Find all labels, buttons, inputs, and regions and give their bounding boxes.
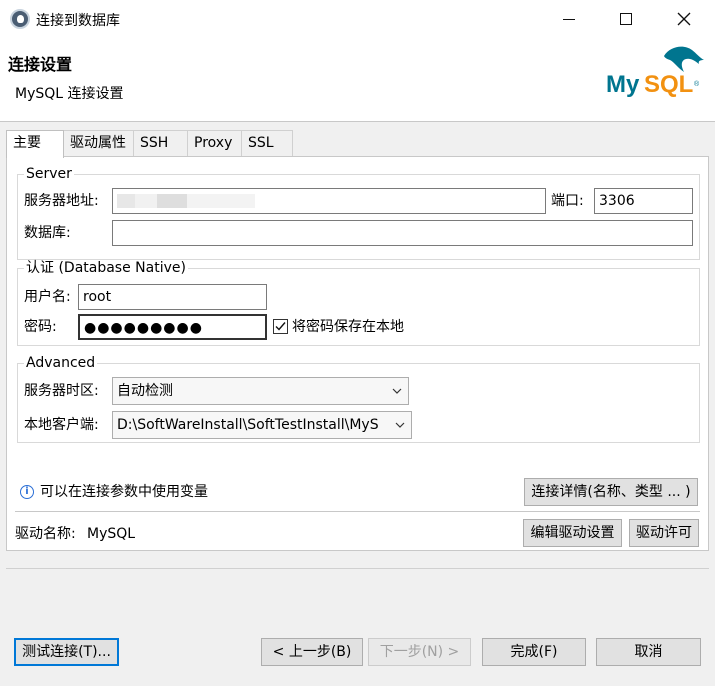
username-input[interactable]: root xyxy=(78,284,267,310)
tab-proxy[interactable]: Proxy xyxy=(187,130,242,157)
tab-ssh[interactable]: SSH xyxy=(133,130,188,157)
redacted-block xyxy=(117,194,135,208)
svg-text:®: ® xyxy=(694,80,700,88)
redacted-block xyxy=(135,194,157,208)
tab-main[interactable]: 主要 xyxy=(6,130,64,158)
info-icon: i xyxy=(20,485,34,499)
edit-driver-button[interactable]: 编辑驱动设置 xyxy=(523,519,622,547)
port-input[interactable]: 3306 xyxy=(594,188,693,214)
database-input[interactable] xyxy=(112,220,693,246)
next-button[interactable]: 下一步(N) > xyxy=(368,638,471,666)
cancel-button[interactable]: 取消 xyxy=(596,638,701,666)
password-input[interactable]: ●●●●●●●●● xyxy=(78,314,267,340)
tab-driver-properties[interactable]: 驱动属性 xyxy=(63,130,134,157)
advanced-group: Advanced 服务器时区: 自动检测 本地客户端: D:\SoftWareI… xyxy=(17,355,700,443)
local-client-select[interactable]: D:\SoftWareInstall\SoftTestInstall\MyS xyxy=(112,411,412,439)
minimize-icon xyxy=(563,18,575,20)
database-label: 数据库: xyxy=(24,225,71,241)
save-password-checkbox[interactable] xyxy=(273,319,288,334)
dbeaver-app-icon xyxy=(10,9,30,29)
divider xyxy=(15,511,700,512)
timezone-select[interactable]: 自动检测 xyxy=(112,377,409,405)
svg-text:My: My xyxy=(606,71,640,98)
host-input[interactable] xyxy=(112,188,546,214)
password-mask: ●●●●●●●●● xyxy=(84,320,203,336)
main-panel: Server 服务器地址: 端口: 3306 数据库: 认证 (Database… xyxy=(6,156,709,551)
redacted-block xyxy=(187,194,255,208)
dialog-header: 连接设置 MySQL 连接设置 My SQL ® xyxy=(0,38,715,122)
footer-divider xyxy=(6,568,709,569)
advanced-legend: Advanced xyxy=(24,355,98,371)
auth-group: 认证 (Database Native) 用户名: root 密码: ●●●●●… xyxy=(17,260,700,346)
tab-ssl[interactable]: SSL xyxy=(241,130,293,157)
close-icon xyxy=(677,12,691,26)
variables-hint: 可以在连接参数中使用变量 xyxy=(40,484,208,500)
connection-details-button[interactable]: 连接详情(名称、类型 ... ) xyxy=(524,478,698,506)
maximize-icon xyxy=(620,13,632,25)
checkmark-icon xyxy=(275,322,286,331)
close-button[interactable] xyxy=(655,0,713,38)
mysql-logo: My SQL ® xyxy=(606,46,704,98)
page-title: 连接设置 xyxy=(8,55,73,74)
maximize-button[interactable] xyxy=(597,0,655,38)
host-label: 服务器地址: xyxy=(24,193,99,209)
driver-license-button[interactable]: 驱动许可 xyxy=(629,519,699,547)
driver-name-label: 驱动名称: xyxy=(15,526,76,542)
port-label: 端口: xyxy=(551,193,584,209)
window-title: 连接到数据库 xyxy=(36,13,120,29)
finish-button[interactable]: 完成(F) xyxy=(482,638,586,666)
auth-legend: 认证 (Database Native) xyxy=(24,260,188,276)
driver-name-value: MySQL xyxy=(87,526,136,542)
save-password-label[interactable]: 将密码保存在本地 xyxy=(292,318,404,336)
server-legend: Server xyxy=(24,166,74,182)
chevron-down-icon xyxy=(395,422,405,428)
username-label: 用户名: xyxy=(24,289,71,305)
test-connection-button[interactable]: 测试连接(T)... xyxy=(14,638,119,666)
local-client-label: 本地客户端: xyxy=(24,417,99,433)
chevron-down-icon xyxy=(392,388,402,394)
svg-text:SQL: SQL xyxy=(644,71,693,98)
server-group: Server 服务器地址: 端口: 3306 数据库: xyxy=(17,166,700,260)
minimize-button[interactable] xyxy=(540,0,598,38)
back-button[interactable]: < 上一步(B) xyxy=(261,638,363,666)
timezone-label: 服务器时区: xyxy=(24,383,99,399)
page-subtitle: MySQL 连接设置 xyxy=(15,86,124,102)
redacted-block xyxy=(157,194,187,208)
title-bar: 连接到数据库 xyxy=(0,0,715,38)
password-label: 密码: xyxy=(24,319,57,335)
